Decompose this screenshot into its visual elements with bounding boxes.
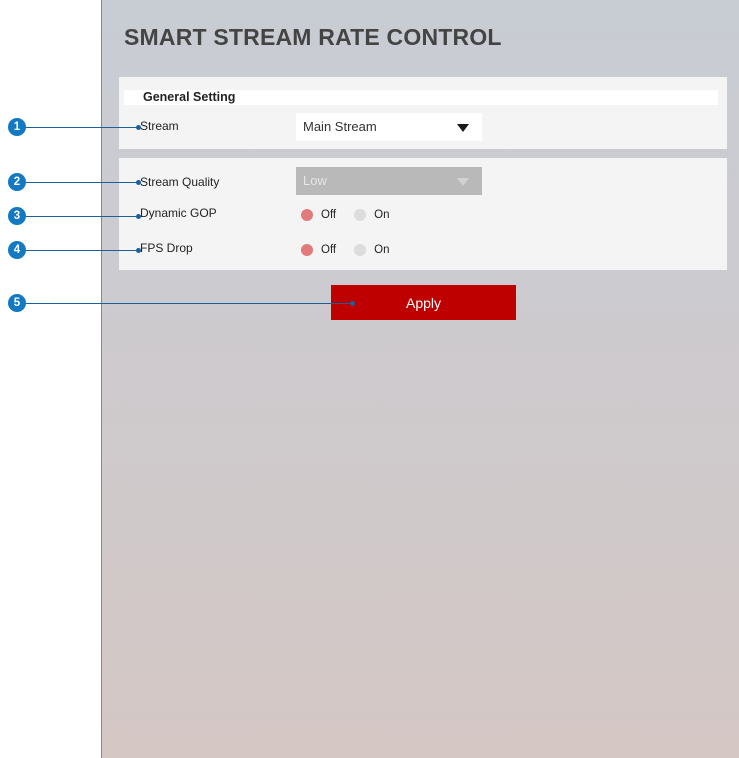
callout-leader-4 — [26, 248, 141, 253]
chevron-down-icon — [457, 178, 469, 186]
callout-leader-dot — [136, 248, 141, 253]
callout-badge-1: 1 — [8, 118, 26, 136]
stream-select-value: Main Stream — [303, 119, 377, 134]
stream-label: Stream — [140, 119, 179, 133]
dynamic-gop-label: Dynamic GOP — [140, 206, 217, 220]
dynamic-gop-on-radio[interactable] — [354, 209, 367, 221]
stream-select[interactable]: Main Stream — [296, 113, 482, 141]
fps-drop-on-label: On — [374, 244, 390, 256]
dynamic-gop-off-radio[interactable] — [301, 209, 313, 221]
callout-leader-2 — [26, 180, 141, 185]
stage: SMART STREAM RATE CONTROL General Settin… — [0, 0, 739, 758]
callout-leader-3 — [26, 214, 141, 219]
callout-leader-dot — [136, 180, 141, 185]
fps-drop-radio-group: Off On — [301, 242, 407, 258]
callout-leader-dot — [136, 214, 141, 219]
callout-badge-3: 3 — [8, 207, 26, 225]
callout-leader-5 — [26, 301, 355, 306]
fps-drop-on-radio[interactable] — [354, 244, 367, 256]
callout-badge-5: 5 — [8, 294, 26, 312]
chevron-down-icon — [457, 124, 469, 132]
dynamic-gop-radio-group: Off On — [301, 207, 407, 223]
callout-badge-4: 4 — [8, 241, 26, 259]
apply-button[interactable]: Apply — [331, 285, 516, 320]
callout-leader-dot — [350, 301, 355, 306]
section-title-general-setting: General Setting — [124, 90, 718, 105]
fps-drop-off-label: Off — [321, 244, 337, 256]
fps-drop-off-radio[interactable] — [301, 244, 313, 256]
callout-leader-1 — [26, 125, 141, 130]
stream-quality-select[interactable]: Low — [296, 167, 482, 195]
dynamic-gop-off-label: Off — [321, 209, 337, 221]
stream-quality-label: Stream Quality — [140, 175, 220, 189]
stream-quality-select-value: Low — [303, 173, 327, 188]
callout-badge-2: 2 — [8, 173, 26, 191]
dynamic-gop-on-label: On — [374, 209, 390, 221]
page-title: SMART STREAM RATE CONTROL — [124, 24, 502, 50]
fps-drop-label: FPS Drop — [140, 241, 193, 255]
callout-leader-dot — [136, 125, 141, 130]
